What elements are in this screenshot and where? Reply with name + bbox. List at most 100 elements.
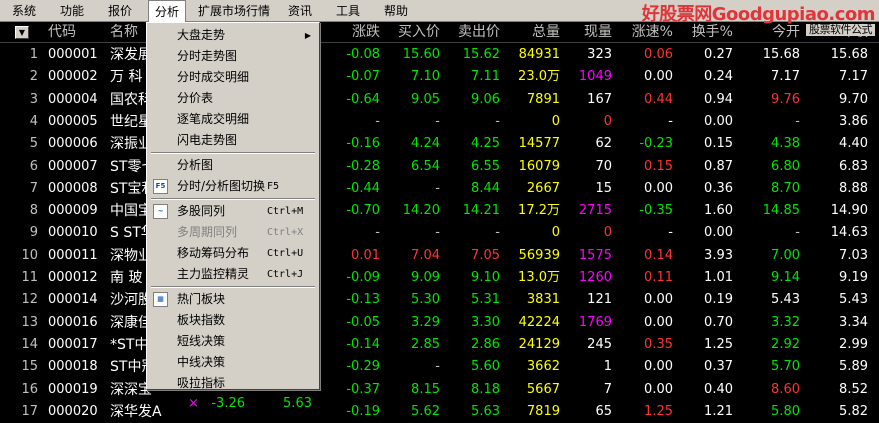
menu-news[interactable]: 资讯 <box>282 0 318 22</box>
menu-item-3[interactable]: 分价表 <box>149 88 317 109</box>
menu-item-label: 分时/分析图切换 <box>177 179 266 193</box>
cell-idx: 5 <box>29 136 38 152</box>
menu-tools[interactable]: 工具 <box>330 0 366 22</box>
table-row[interactable]: 3 000004 国农科 -0.64 9.05 9.06 7891 167 0.44 0.94 9.… <box>0 89 879 111</box>
menu-quote[interactable]: 报价 <box>102 0 138 22</box>
cell-bid: 9.05 <box>411 91 440 107</box>
brand-subtext: 股票软件公式 <box>806 24 875 36</box>
analysis-dropdown-menu: 大盘走势 ▶ 分时走势图 分时成交明细分价表逐笔成交明细 闪电走势图分析图 F5 分时/分析… <box>146 22 320 390</box>
menu-item-5[interactable]: 闪电走势图 <box>149 130 317 151</box>
cell-turn: 0.94 <box>704 91 733 107</box>
cell-turn: 0.00 <box>704 113 733 129</box>
cell-change: -0.37 <box>346 381 380 397</box>
cell-turn: 0.36 <box>704 180 733 196</box>
menu-item-label: 中线决策 <box>177 355 226 369</box>
brand-text: 好股票网Goodgupiao.com <box>641 4 876 25</box>
cell-prev: 14.90 <box>830 203 868 219</box>
menu-item-16[interactable]: 吸拉指标 <box>149 373 317 394</box>
cell-turn: 0.70 <box>704 314 733 330</box>
cell-ask: 2.86 <box>471 336 500 352</box>
header-change[interactable]: 涨跌 <box>330 22 380 43</box>
cell-code: 000016 <box>48 314 98 330</box>
submenu-arrow-icon: ▶ <box>304 31 311 40</box>
menu-item-1[interactable]: 分时走势图 <box>149 46 317 67</box>
menu-item-label: 分价表 <box>177 91 214 105</box>
cell-change: 0.01 <box>351 247 380 263</box>
cell-code: 000007 <box>48 158 98 174</box>
table-row[interactable]: 11 000012 南 玻 -0.09 9.09 9.10 13.0万 1260 0.11 1.0… <box>0 267 879 289</box>
cell-bid: 2.85 <box>411 336 440 352</box>
cell-ask: 7.05 <box>471 247 500 263</box>
cell-speed: 0.00 <box>644 292 673 308</box>
menu-item-12[interactable]: ▦ 热门板块 <box>149 289 317 310</box>
header-code[interactable]: 代码 <box>48 22 76 43</box>
cell-bid: 8.15 <box>411 381 440 397</box>
menu-extended-market[interactable]: 扩展市场行情 <box>192 0 276 22</box>
cell-vol: 14577 <box>518 136 560 152</box>
cell-open: 2.92 <box>771 336 800 352</box>
cell-open: 5.80 <box>771 403 800 419</box>
menu-analysis[interactable]: 分析 <box>148 0 187 23</box>
header-bid[interactable]: 买入价 <box>385 22 440 43</box>
cell-turn: 1.60 <box>704 203 733 219</box>
table-row[interactable]: 10 000011 深物业 0.01 7.04 7.05 56939 1575 0.14 3.93… <box>0 245 879 267</box>
table-row[interactable]: 12 000014 沙河股份 -0.13 5.30 5.31 3831 121 0.00 0.19… <box>0 289 879 311</box>
table-row[interactable]: 4 000005 世纪星 - - -0 0-0.00-3.86 <box>0 111 879 133</box>
cell-speed: -0.23 <box>639 136 673 152</box>
table-row[interactable]: 2 000002 万 科 -0.07 7.10 7.11 23.0万 1049 0.00 0.24… <box>0 66 879 88</box>
cell-cur: 70 <box>595 158 612 174</box>
cell-idx: 14 <box>21 336 38 352</box>
menu-item-0[interactable]: 大盘走势 ▶ <box>149 25 317 46</box>
cell-cur: 323 <box>587 47 612 62</box>
sort-down-icon[interactable]: ▼ <box>15 26 29 39</box>
header-ask[interactable]: 卖出价 <box>445 22 500 43</box>
menu-help[interactable]: 帮助 <box>378 0 414 22</box>
menu-item-11[interactable]: 主力监控精灵 Ctrl+J <box>149 264 317 285</box>
menu-item-7[interactable]: F5 分时/分析图切换 F5 <box>149 176 317 197</box>
menu-item-15[interactable]: 中线决策 <box>149 352 317 373</box>
header-name[interactable]: 名称 <box>110 22 138 43</box>
table-row[interactable]: 14 000017 *ST中华 -0.14 2.85 2.86 24129 245 0.35 1.… <box>0 334 879 356</box>
cell-open: 3.32 <box>771 314 800 330</box>
table-row[interactable]: 13 000016 深康佳 -0.05 3.29 3.30 42224 1769 0.00 0.7… <box>0 312 879 334</box>
cell-cur: 1260 <box>578 270 612 285</box>
cell-bid: 3.29 <box>411 314 440 330</box>
menu-item-8[interactable]: ~ 多股同列 Ctrl+M <box>149 201 317 222</box>
cell-code: 000011 <box>48 247 98 263</box>
menu-item-label: 板块指数 <box>177 313 226 327</box>
menu-item-10[interactable]: 移动筹码分布 Ctrl+U <box>149 243 317 264</box>
menu-item-6[interactable]: 分析图 <box>149 155 317 176</box>
menu-function[interactable]: 功能 <box>54 0 90 22</box>
cell-vol: 24129 <box>518 336 560 352</box>
cell-vol: 7891 <box>526 91 560 107</box>
menu-item-2[interactable]: 分时成交明细 <box>149 67 317 88</box>
cell-cur: 2715 <box>578 203 612 219</box>
menu-item-13[interactable]: 板块指数 <box>149 310 317 331</box>
table-row[interactable]: 1 000001 深发展 -0.08 15.60 15.62 84931 323 0.06 0.2… <box>0 44 879 66</box>
menu-item-14[interactable]: 短线决策 <box>149 331 317 352</box>
table-row[interactable]: 9 000010 S ST华 - - -0 0-0.00-14.63 <box>0 222 879 244</box>
table-row[interactable]: 15 000018 ST中冠 -0.29-5.60 3662 1 0.00 0.37 5.70 5… <box>0 356 879 378</box>
table-row[interactable]: 16 000019 深深宝 -0.37 8.15 8.18 5667 7 0.00 0.40 8.6… <box>0 379 879 401</box>
cell-vol: 16079 <box>518 158 560 174</box>
table-row[interactable]: 5 000006 深振业 -0.16 4.24 4.25 14577 62 -0.23 0.15 4… <box>0 133 879 155</box>
menu-item-label: 分析图 <box>177 158 214 172</box>
table-row[interactable]: 7 000008 ST宝利 -0.44-8.44 2667 15 0.00 0.36 8.70 8… <box>0 178 879 200</box>
table-row[interactable]: 8 000009 中国宝安 -0.70 14.20 14.21 17.2万 2715 -0.35… <box>0 200 879 222</box>
cell-prev: 7.03 <box>839 247 868 263</box>
menu-system[interactable]: 系统 <box>6 0 42 22</box>
table-row[interactable]: 6 000007 ST零七 -0.28 6.54 6.55 16079 70 0.15 0.87 6… <box>0 156 879 178</box>
cell-turn: 0.37 <box>704 359 733 375</box>
cell-turn: 1.21 <box>704 403 733 419</box>
cell-bid: 7.10 <box>411 69 440 85</box>
cell-vol: 13.0万 <box>518 270 560 285</box>
menu-item-4[interactable]: 逐笔成交明细 <box>149 109 317 130</box>
cell-ask: 7.11 <box>471 69 500 85</box>
menu-item-label: 短线决策 <box>177 334 226 348</box>
menu-item-label: 主力监控精灵 <box>177 267 250 281</box>
table-row[interactable]: 17 000020 深华发A -0.19 5.62 5.63 7819 65 1.25 1.21 5… <box>0 401 879 423</box>
header-volume[interactable]: 总量 <box>510 22 560 43</box>
cell-vol: 23.0万 <box>518 69 560 85</box>
header-current-vol[interactable]: 现量 <box>568 22 612 43</box>
cell-idx: 16 <box>21 381 38 397</box>
